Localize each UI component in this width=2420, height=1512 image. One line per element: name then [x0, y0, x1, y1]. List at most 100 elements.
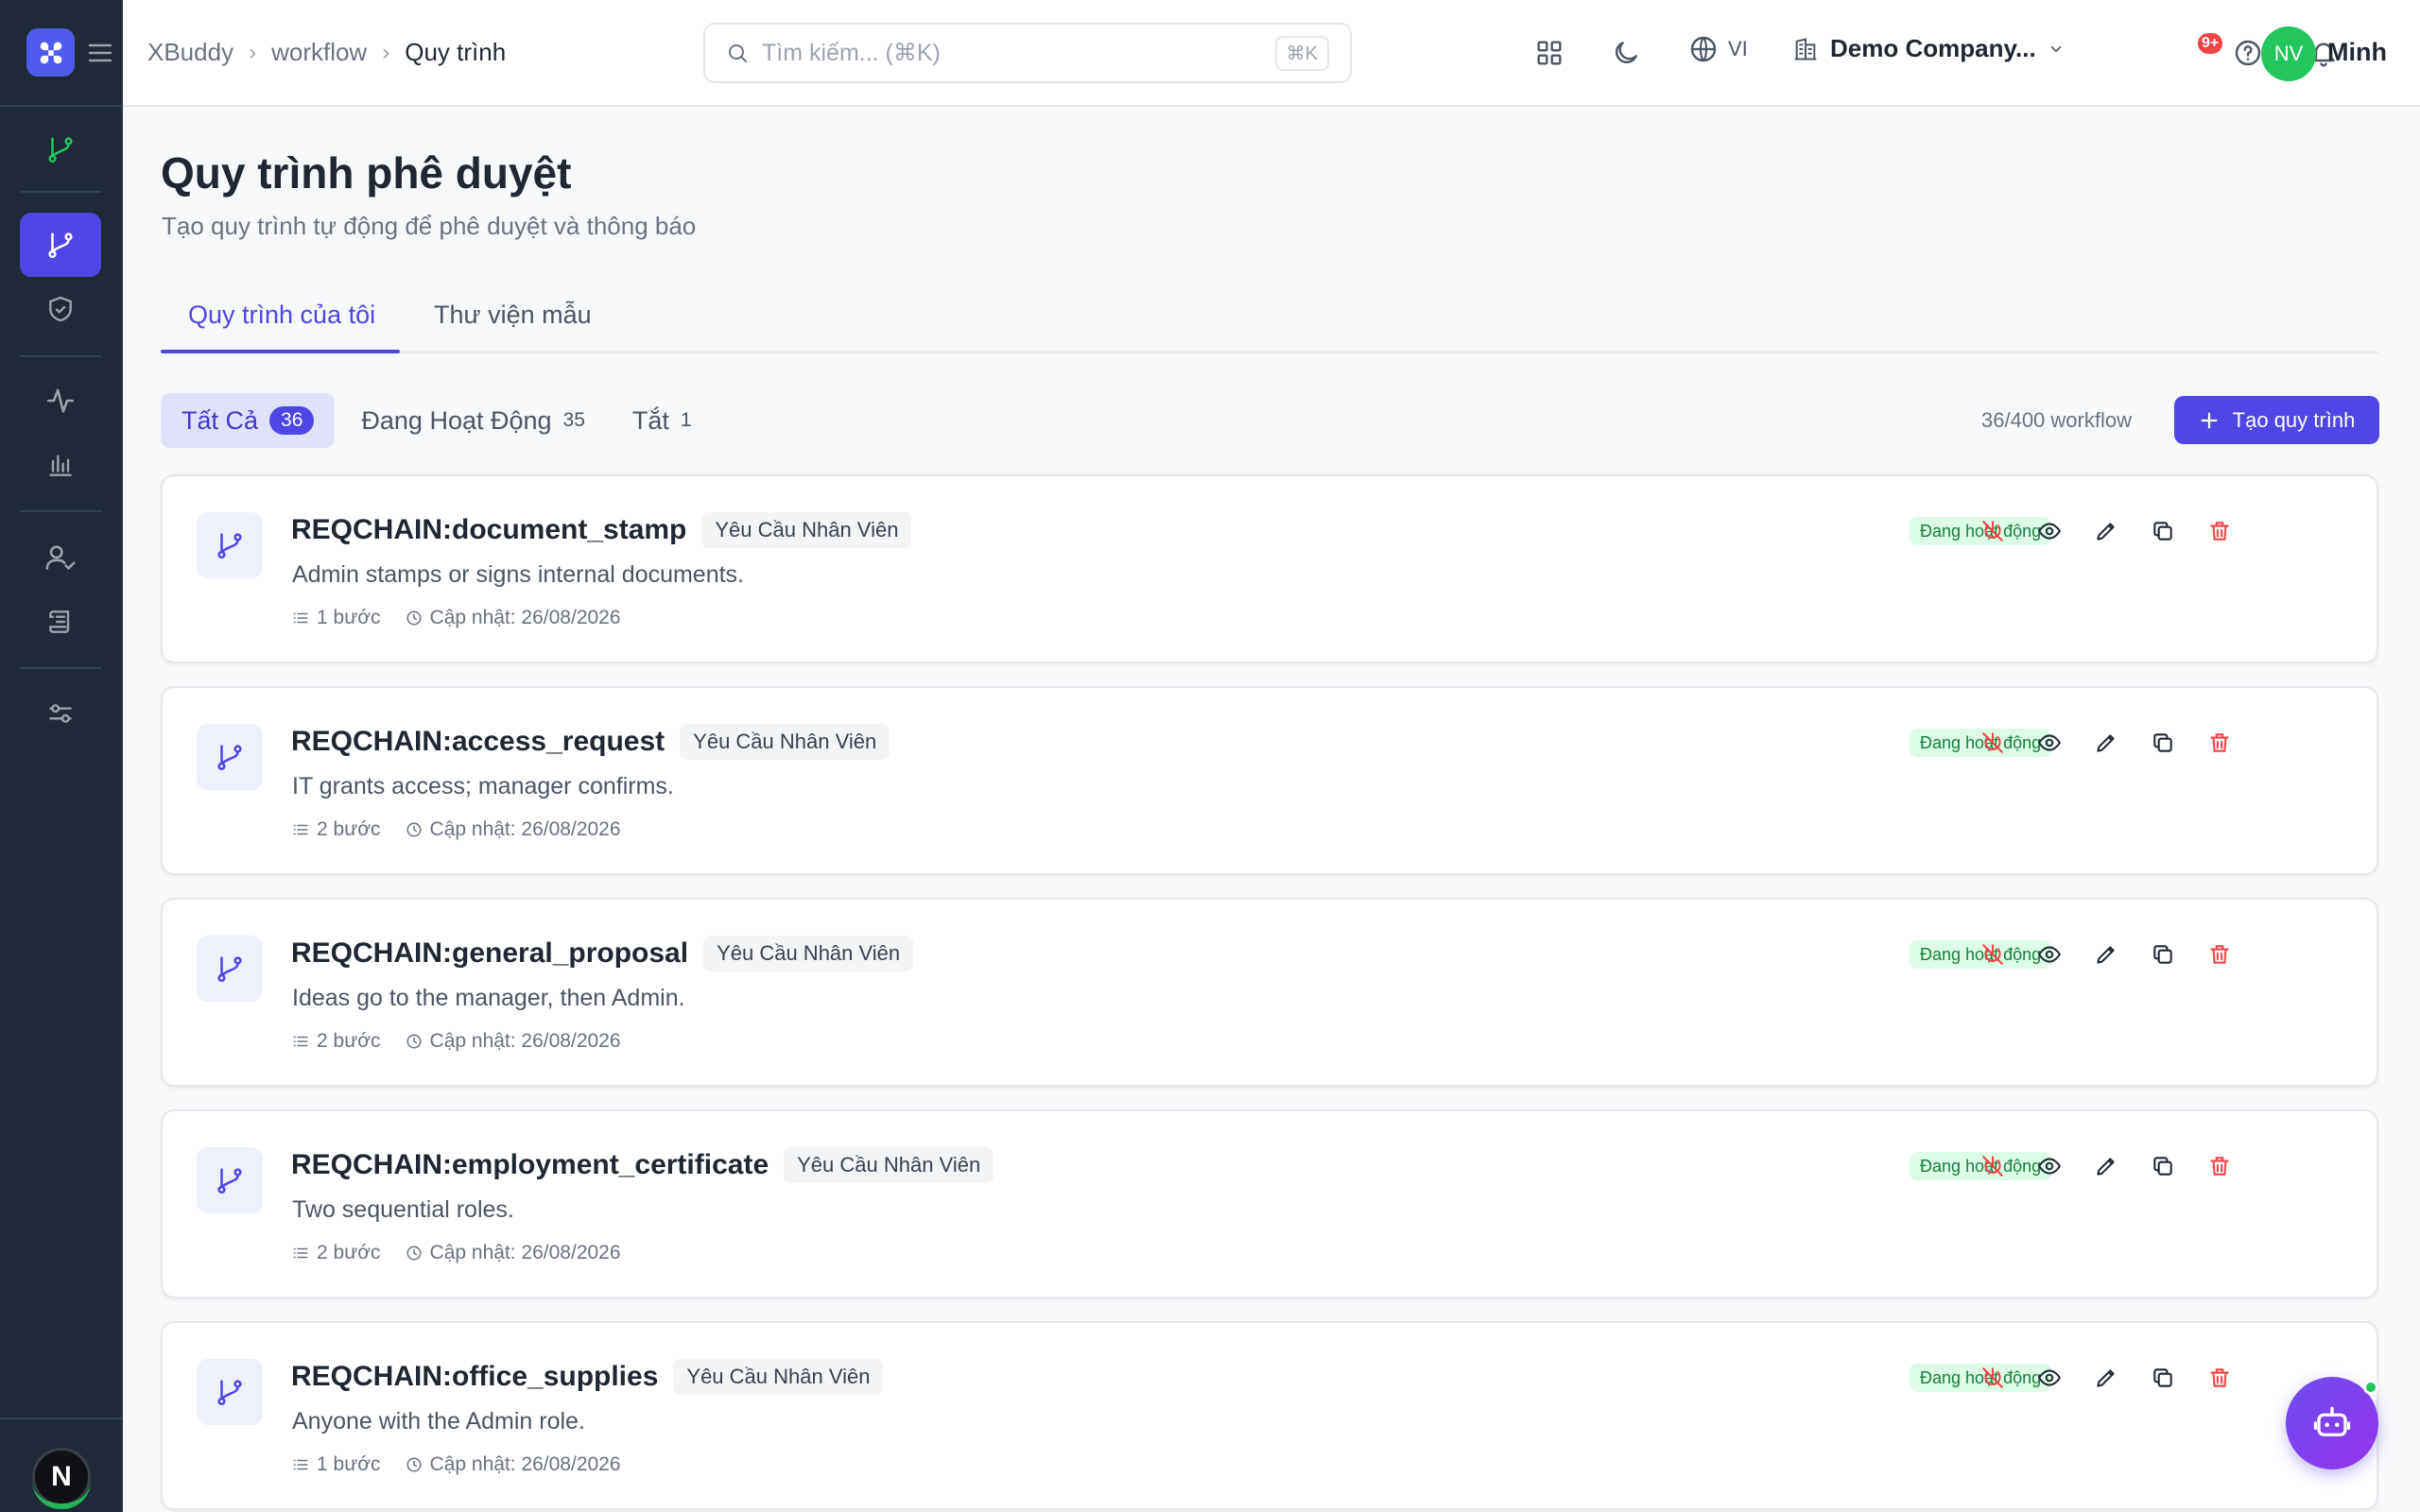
view-button[interactable] [2021, 726, 2078, 760]
workflow-card[interactable]: REQCHAIN:access_request Yêu Cầu Nhân Viê… [161, 686, 2378, 875]
duplicate-button[interactable] [2135, 1149, 2191, 1183]
breadcrumb-item-workflow[interactable]: workflow [271, 38, 367, 67]
sidebar-item-workflow-home[interactable] [20, 117, 101, 181]
language-selector[interactable]: VI [1688, 34, 1748, 64]
view-button[interactable] [2021, 937, 2078, 971]
updated-meta: Cập nhật: 26/08/2026 [406, 818, 621, 841]
list-icon [293, 612, 308, 624]
sidebar-item-security[interactable] [20, 277, 101, 341]
breadcrumb-item-current: Quy trình [405, 38, 507, 66]
workflow-name[interactable]: REQCHAIN:general_proposal [291, 937, 688, 970]
clock-icon [406, 1034, 422, 1049]
disable-button[interactable] [1964, 1149, 2021, 1183]
trash-icon [2210, 522, 2229, 541]
filter-active[interactable]: Đang Hoạt Động 35 [340, 393, 606, 448]
tab-my-workflows[interactable]: Quy trình của tôi [188, 301, 375, 351]
workflow-name[interactable]: REQCHAIN:access_request [291, 726, 665, 758]
sidebar-item-documents[interactable] [20, 590, 101, 654]
workspace-avatar[interactable]: N [32, 1448, 91, 1509]
filter-label: Tắt [631, 405, 669, 435]
eye-icon [2037, 1158, 2062, 1175]
edit-button[interactable] [2078, 1361, 2135, 1395]
apps-grid-button[interactable] [1529, 32, 1570, 74]
list-icon [293, 824, 308, 835]
steps-meta: 1 bước [292, 607, 381, 629]
sidebar-item-reports[interactable] [20, 433, 101, 497]
view-button[interactable] [2021, 1361, 2078, 1395]
branch-icon [217, 956, 242, 983]
search-shortcut: ⌘K [1274, 35, 1329, 71]
card-title-row: REQCHAIN:document_stamp Yêu Cầu Nhân Viê… [291, 512, 912, 548]
branch-icon [217, 1168, 242, 1194]
filter-count: 36 [269, 406, 315, 435]
breadcrumb-item-root[interactable]: XBuddy [147, 38, 233, 67]
copy-icon [2153, 1368, 2172, 1387]
chevron-down-icon [2050, 45, 2061, 52]
workflow-name[interactable]: REQCHAIN:office_supplies [291, 1361, 658, 1393]
steps-meta: 2 bước [292, 1030, 381, 1053]
sliders-icon [49, 704, 72, 723]
updated-date: Cập nhật: 26/08/2026 [429, 1242, 621, 1263]
power-off-icon [1982, 944, 2003, 965]
card-title-row: REQCHAIN:general_proposal Yêu Cầu Nhân V… [291, 936, 914, 971]
duplicate-button[interactable] [2135, 514, 2191, 548]
theme-toggle-button[interactable] [1605, 32, 1647, 74]
workflow-card[interactable]: REQCHAIN:employment_certificate Yêu Cầu … [161, 1109, 2378, 1298]
updated-date: Cập nhật: 26/08/2026 [429, 818, 621, 840]
edit-button[interactable] [2078, 726, 2135, 760]
steps-count: 2 bước [317, 818, 381, 840]
tab-template-library[interactable]: Thư viện mẫu [434, 301, 592, 351]
delete-button[interactable] [2191, 1361, 2248, 1395]
create-workflow-button[interactable]: Tạo quy trình [2174, 396, 2379, 444]
view-button[interactable] [2021, 514, 2078, 548]
trash-icon [2210, 1157, 2229, 1176]
pencil-icon [2097, 734, 2115, 752]
user-name[interactable]: Minh [2327, 38, 2387, 67]
disable-button[interactable] [1964, 937, 2021, 971]
globe-icon [1690, 36, 1717, 62]
edit-button[interactable] [2078, 1149, 2135, 1183]
duplicate-button[interactable] [2135, 937, 2191, 971]
card-actions [1964, 1361, 2248, 1395]
app-logo[interactable] [26, 28, 75, 77]
workflow-card[interactable]: REQCHAIN:general_proposal Yêu Cầu Nhân V… [161, 898, 2378, 1087]
delete-button[interactable] [2191, 514, 2248, 548]
logo-icon [40, 42, 61, 63]
workflow-card[interactable]: REQCHAIN:document_stamp Yêu Cầu Nhân Viê… [161, 474, 2378, 663]
workflow-name[interactable]: REQCHAIN:document_stamp [291, 514, 686, 546]
view-button[interactable] [2021, 1149, 2078, 1183]
clock-icon [406, 610, 422, 626]
disable-button[interactable] [1964, 1361, 2021, 1395]
disable-button[interactable] [1964, 514, 2021, 548]
disable-button[interactable] [1964, 726, 2021, 760]
eye-icon [2037, 1369, 2062, 1386]
search-input[interactable]: Tìm kiếm... (⌘K) ⌘K [703, 23, 1352, 83]
filter-off[interactable]: Tắt 1 [612, 393, 713, 448]
sidebar-item-settings[interactable] [20, 681, 101, 746]
updated-date: Cập nhật: 26/08/2026 [429, 1453, 621, 1475]
workflow-card[interactable]: REQCHAIN:office_supplies Yêu Cầu Nhân Vi… [161, 1321, 2378, 1510]
edit-button[interactable] [2078, 514, 2135, 548]
branch-icon [217, 533, 242, 559]
workflow-name[interactable]: REQCHAIN:employment_certificate [291, 1149, 769, 1181]
updated-meta: Cập nhật: 26/08/2026 [406, 1453, 621, 1476]
sidebar-item-workflows[interactable] [20, 213, 101, 277]
scroll-icon [49, 610, 70, 633]
steps-count: 2 bước [317, 1030, 381, 1052]
duplicate-button[interactable] [2135, 1361, 2191, 1395]
menu-toggle-icon[interactable] [88, 43, 112, 63]
edit-button[interactable] [2078, 937, 2135, 971]
eye-icon [2037, 734, 2062, 751]
clock-icon [406, 822, 422, 837]
company-selector[interactable]: Demo Company... [1792, 34, 2065, 63]
delete-button[interactable] [2191, 937, 2248, 971]
notification-badge: 9+ [2195, 30, 2226, 57]
sidebar-item-activity[interactable] [20, 369, 101, 433]
filter-all[interactable]: Tất Cả 36 [161, 393, 336, 448]
duplicate-button[interactable] [2135, 726, 2191, 760]
company-name: Demo Company... [1830, 34, 2036, 62]
user-avatar[interactable]: NV [2261, 26, 2316, 81]
delete-button[interactable] [2191, 1149, 2248, 1183]
sidebar-item-users[interactable] [20, 525, 101, 590]
delete-button[interactable] [2191, 726, 2248, 760]
